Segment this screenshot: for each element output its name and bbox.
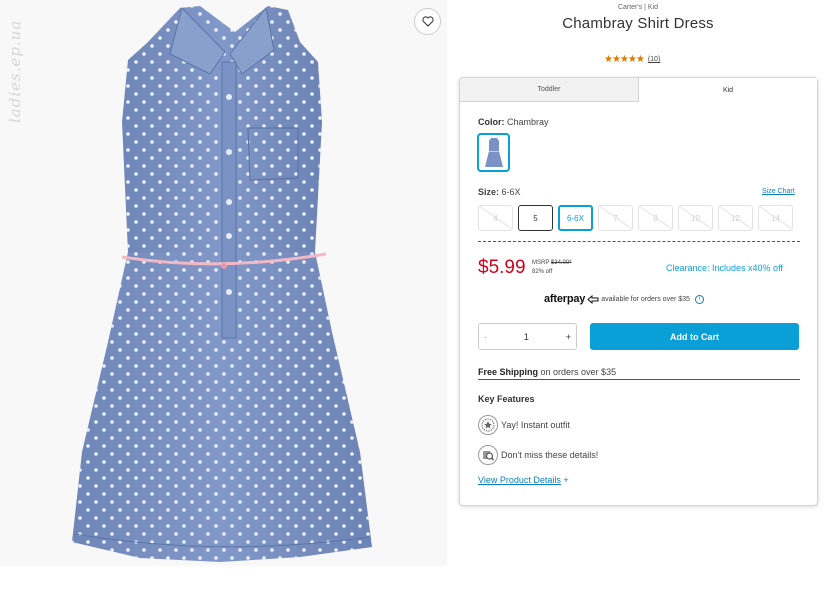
afterpay-logo: afterpay <box>544 293 586 305</box>
shipping-threshold: on orders over $35 <box>540 367 617 377</box>
add-to-cart-button[interactable]: Add to Cart <box>590 323 799 350</box>
product-image-dress[interactable] <box>60 2 380 566</box>
brand-breadcrumb[interactable]: Carter's | Kid <box>460 4 816 11</box>
size-option-6-6x[interactable]: 6-6X <box>558 205 593 231</box>
color-value: Chambray <box>507 117 549 127</box>
favorite-button[interactable] <box>414 8 441 35</box>
magnifier-icon <box>478 445 498 465</box>
clearance-note: Clearance: Includes x40% off <box>666 263 783 273</box>
size-option-10[interactable]: 10 <box>678 205 713 231</box>
view-product-details-link[interactable]: View Product Details + <box>478 475 569 485</box>
color-label: Color: Chambray <box>478 117 549 127</box>
age-tabs: Toddler Kid <box>460 78 817 102</box>
info-icon[interactable]: i <box>694 294 704 304</box>
tab-toddler[interactable]: Toddler <box>460 78 639 102</box>
product-image-area: ladies.ep.ua <box>0 0 447 566</box>
size-option-4[interactable]: 4 <box>478 205 513 231</box>
tab-kid[interactable]: Kid <box>639 78 817 102</box>
size-option-14[interactable]: 14 <box>758 205 793 231</box>
size-option-12[interactable]: 12 <box>718 205 753 231</box>
size-label-title: Size: <box>478 187 500 197</box>
feature-label: Yay! Instant outfit <box>501 420 570 430</box>
feature-item: Don't miss these details! <box>478 445 598 465</box>
feature-item: Yay! Instant outfit <box>478 415 570 435</box>
page-bottom-strip <box>0 566 839 589</box>
product-title: Chambray Shirt Dress <box>562 15 714 32</box>
quantity-input[interactable]: 1 <box>524 332 529 342</box>
discount-percent: 82% off <box>532 269 553 275</box>
feature-label: Don't miss these details! <box>501 450 599 460</box>
expand-plus-icon[interactable]: + <box>563 475 568 485</box>
free-shipping-label: Free Shipping <box>478 367 539 377</box>
color-label-title: Color: <box>478 117 505 127</box>
afterpay-info: afterpay available for orders over $35 i <box>544 293 704 305</box>
divider-dashed <box>478 241 800 242</box>
size-option-5[interactable]: 5 <box>518 205 553 231</box>
review-count-link[interactable]: (10) <box>648 56 660 63</box>
afterpay-text: available for orders over $35 <box>601 295 690 303</box>
afterpay-arrows-icon <box>587 294 599 304</box>
color-swatch-chambray[interactable] <box>477 133 510 172</box>
msrp-label: MSRP <box>532 260 550 266</box>
watermark: ladies.ep.ua <box>6 19 24 123</box>
dress-thumbnail-icon <box>484 137 503 167</box>
shipping-info: Free Shipping on orders over $35 <box>478 367 800 380</box>
heart-icon <box>421 16 434 27</box>
size-value: 6-6X <box>501 187 521 197</box>
msrp-info: MSRP $34.00* 82% off <box>532 259 572 277</box>
product-rating[interactable]: ★★★★★ (10) <box>604 54 660 65</box>
star-badge-icon <box>478 415 498 435</box>
quantity-increase-button[interactable]: + <box>566 332 571 342</box>
msrp-value: $34.00* <box>550 260 572 266</box>
key-features-title: Key Features <box>478 394 535 404</box>
size-options: 4 5 6-6X 7 8 10 12 14 <box>478 205 793 231</box>
size-chart-link[interactable]: Size Chart <box>762 188 795 195</box>
size-option-8[interactable]: 8 <box>638 205 673 231</box>
sale-price: $5.99 <box>478 257 526 278</box>
view-details-label[interactable]: View Product Details <box>478 475 561 485</box>
quantity-decrease-button[interactable]: - <box>484 332 487 342</box>
rating-stars-icon: ★★★★★ <box>604 54 645 65</box>
size-label: Size: 6-6X <box>478 187 521 197</box>
size-option-7[interactable]: 7 <box>598 205 633 231</box>
purchase-card: Toddler Kid Color: Chambray Size: 6-6X S… <box>459 77 818 506</box>
quantity-stepper: - 1 + <box>478 323 577 350</box>
